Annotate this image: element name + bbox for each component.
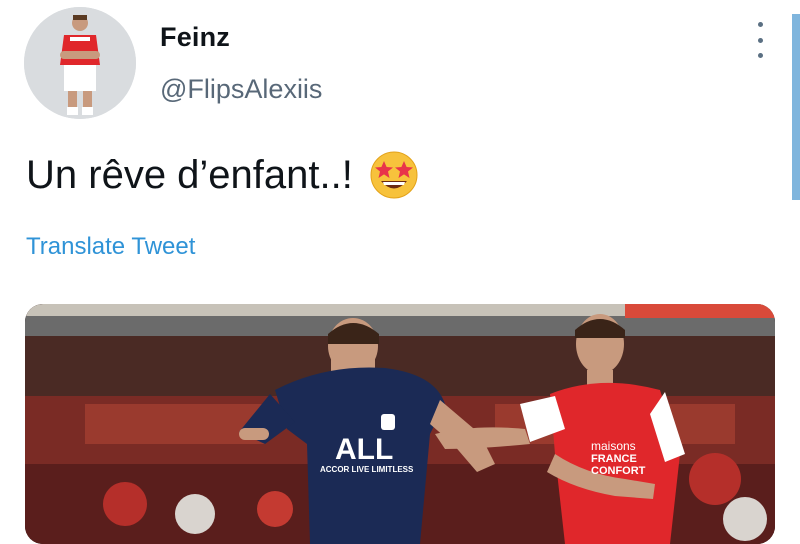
right-player-shirt-line2: FRANCE <box>591 453 637 465</box>
more-vertical-icon-dot <box>757 53 763 58</box>
right-player-shirt-line1: maisons <box>591 439 636 453</box>
more-vertical-icon <box>757 22 763 27</box>
star-struck-emoji <box>370 151 418 199</box>
left-player-shirt-brand: ALL <box>335 433 393 466</box>
tweet-text: Un rêve d’enfant..! <box>26 150 419 200</box>
display-name[interactable]: Feinz <box>160 22 230 53</box>
left-player-shirt-sub: ACCOR LIVE LIMITLESS <box>320 465 414 474</box>
translate-tweet-link[interactable]: Translate Tweet <box>26 233 195 261</box>
player-avatar-icon <box>24 7 136 119</box>
football-match-photo: ALL ACCOR LIVE LIMITLESS maisons FRANCE … <box>25 304 775 544</box>
tweet-text-content: Un rêve d’enfant..! <box>26 152 353 197</box>
right-player-shirt-line3: CONFORT <box>591 465 646 477</box>
more-options-button[interactable] <box>750 22 770 58</box>
more-vertical-icon-dot <box>757 37 763 43</box>
username-handle[interactable]: @FlipsAlexiis <box>160 74 322 105</box>
tweet-media-image[interactable]: ALL ACCOR LIVE LIMITLESS maisons FRANCE … <box>25 304 775 544</box>
scroll-accent-bar <box>792 14 800 200</box>
avatar[interactable] <box>24 7 136 119</box>
